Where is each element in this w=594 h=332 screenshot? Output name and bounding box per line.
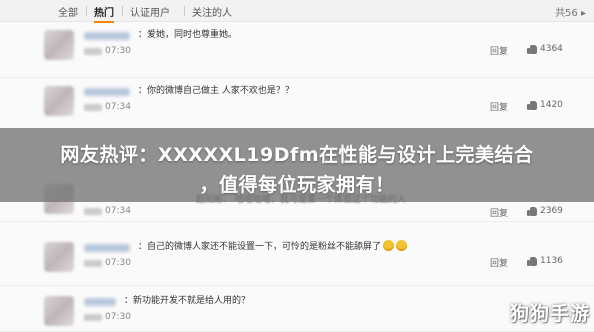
- comment-text: ：自己的微博人家还不能设置一下，可怜的是粉丝不能舔屏了: [138, 239, 408, 252]
- like-count: 4364: [540, 44, 563, 54]
- headline-banner: 网友热评：XXXXXL19Dfm在性能与设计上完美结合 ，值得每位玩家拥有！: [0, 128, 594, 202]
- tab-hot[interactable]: 热门: [94, 4, 114, 23]
- username[interactable]: [84, 244, 130, 252]
- laughing-emoji-icon: [383, 240, 395, 251]
- comment-time: 07:30: [84, 258, 131, 268]
- username[interactable]: [84, 298, 116, 306]
- comment-text-body: ：自己的微博人家还不能设置一下，可怜的是粉丝不能舔屏了: [138, 242, 382, 252]
- thumbs-up-icon: [527, 100, 537, 110]
- date-blurred: [84, 259, 102, 267]
- fold-button[interactable]: 共56 ▸: [555, 4, 586, 19]
- site-watermark: 狗狗手游: [509, 303, 590, 325]
- tab-following[interactable]: 关注的人: [192, 4, 232, 19]
- avatar[interactable]: [44, 30, 74, 60]
- reply-button[interactable]: 回复: [490, 100, 508, 113]
- date-blurred: [84, 207, 102, 215]
- time-value: 07:34: [105, 102, 131, 112]
- reply-button[interactable]: 回复: [490, 206, 508, 219]
- like-count: 1420: [540, 100, 563, 110]
- date-blurred: [84, 47, 102, 55]
- time-value: 07:30: [105, 46, 131, 56]
- username[interactable]: [84, 32, 130, 40]
- avatar[interactable]: [44, 86, 74, 116]
- laughing-emoji-icon: [396, 240, 408, 251]
- thumbs-up-icon: [527, 206, 537, 216]
- like-button[interactable]: 2369: [527, 206, 563, 216]
- username[interactable]: [84, 88, 130, 96]
- reply-button[interactable]: 回复: [490, 44, 508, 57]
- date-blurred: [84, 313, 102, 321]
- comment-text: ：新功能开发不就是给人用的？: [124, 296, 251, 306]
- comment-page: 全部 热门 认证用户 关注的人 共56 ▸ ：爱她，同时也尊重她。 07:30 …: [0, 0, 594, 332]
- like-count: 2369: [540, 206, 563, 216]
- comment-text: ：你的微博自己做主 人家不欢也是？？: [138, 86, 294, 96]
- thumbs-up-icon: [527, 44, 537, 54]
- comment-time: 07:34: [84, 206, 131, 216]
- time-value: 07:30: [105, 312, 131, 322]
- comment-item: ：爱她，同时也尊重她。 07:30 回复 4364: [0, 22, 594, 78]
- date-blurred: [84, 103, 102, 111]
- like-button[interactable]: 1136: [527, 256, 563, 266]
- banner-headline-line1: 网友热评：XXXXXL19Dfm在性能与设计上完美结合: [60, 144, 534, 166]
- comment-time: 07:30: [84, 46, 131, 56]
- time-value: 07:34: [105, 206, 131, 216]
- thumbs-up-icon: [527, 256, 537, 266]
- comment-time: 07:34: [84, 102, 131, 112]
- comment-text: ：爱她，同时也尊重她。: [138, 30, 238, 40]
- tab-divider: [86, 6, 87, 16]
- tab-verified[interactable]: 认证用户: [130, 4, 170, 19]
- comment-item: ：新功能开发不就是给人用的？ 07:30: [0, 288, 594, 332]
- comment-time: 07:30: [84, 312, 131, 322]
- banner-headline-line2: ，值得每位玩家拥有！: [199, 174, 395, 196]
- avatar[interactable]: [44, 296, 74, 326]
- time-value: 07:30: [105, 258, 131, 268]
- comment-item: ：自己的微博人家还不能设置一下，可怜的是粉丝不能舔屏了 07:30 回复 113…: [0, 234, 594, 286]
- like-button[interactable]: 4364: [527, 44, 563, 54]
- tab-divider: [184, 6, 185, 16]
- reply-button[interactable]: 回复: [490, 256, 508, 269]
- like-count: 1136: [540, 256, 563, 266]
- avatar[interactable]: [44, 242, 74, 272]
- tab-divider: [122, 6, 123, 16]
- tab-all[interactable]: 全部: [58, 4, 78, 19]
- comment-item: ：你的微博自己做主 人家不欢也是？？ 07:34 回复 1420: [0, 78, 594, 134]
- like-button[interactable]: 1420: [527, 100, 563, 110]
- comment-filter-tabs: 全部 热门 认证用户 关注的人 共56 ▸: [0, 0, 594, 23]
